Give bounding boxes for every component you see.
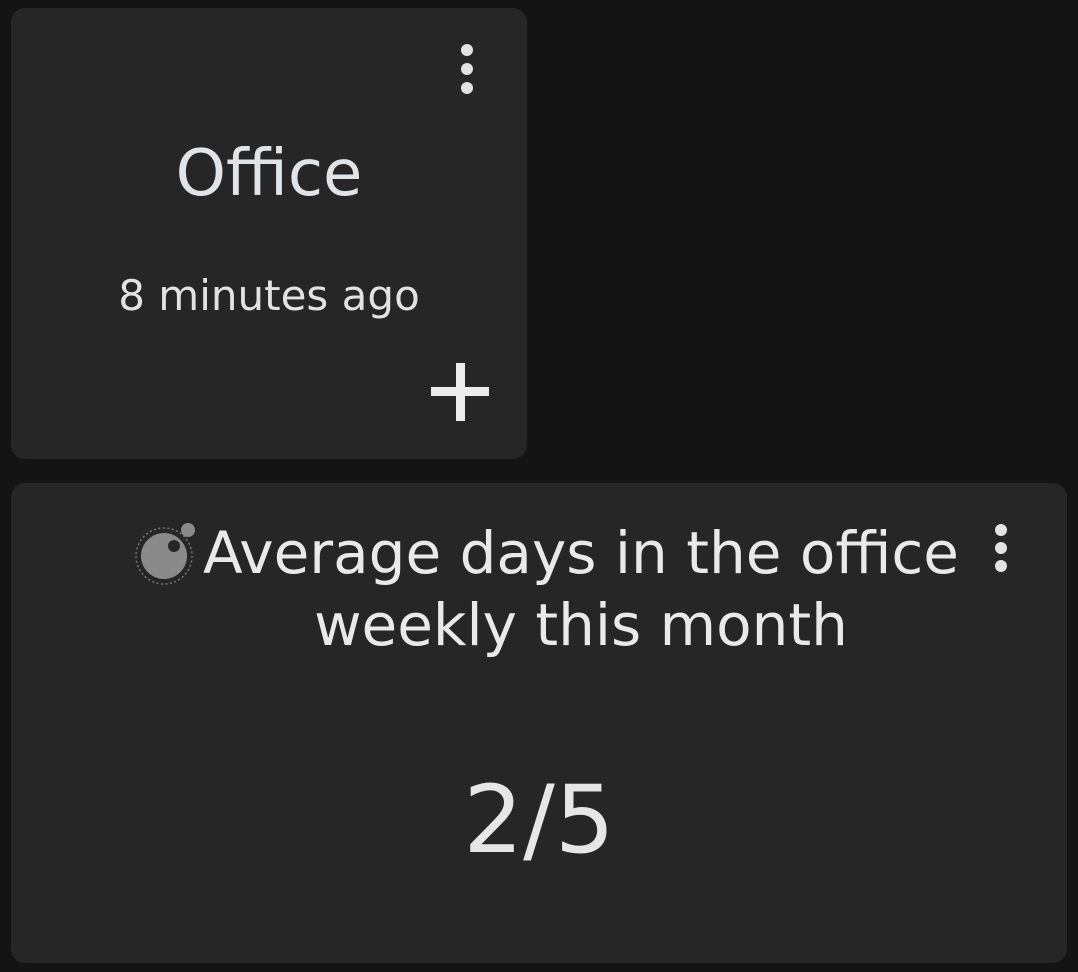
orb-logo-icon bbox=[135, 523, 195, 585]
add-button[interactable] bbox=[429, 361, 491, 423]
menu-dot bbox=[995, 560, 1007, 572]
more-vertical-icon[interactable] bbox=[452, 44, 482, 94]
menu-dot bbox=[461, 44, 473, 56]
card-title: Average days in the office weekly this m… bbox=[202, 519, 959, 659]
menu-dot bbox=[461, 82, 473, 94]
more-vertical-icon[interactable] bbox=[986, 524, 1016, 572]
office-title: Office bbox=[175, 137, 363, 211]
menu-dot bbox=[995, 524, 1007, 536]
average-days-value: 2/5 bbox=[463, 766, 615, 875]
last-updated-text: 8 minutes ago bbox=[118, 271, 420, 320]
office-card: Office 8 minutes ago bbox=[11, 8, 527, 459]
menu-dot bbox=[995, 542, 1007, 554]
plus-icon-stroke bbox=[455, 363, 465, 421]
average-days-card: Average days in the office weekly this m… bbox=[11, 483, 1067, 963]
menu-dot bbox=[461, 63, 473, 75]
